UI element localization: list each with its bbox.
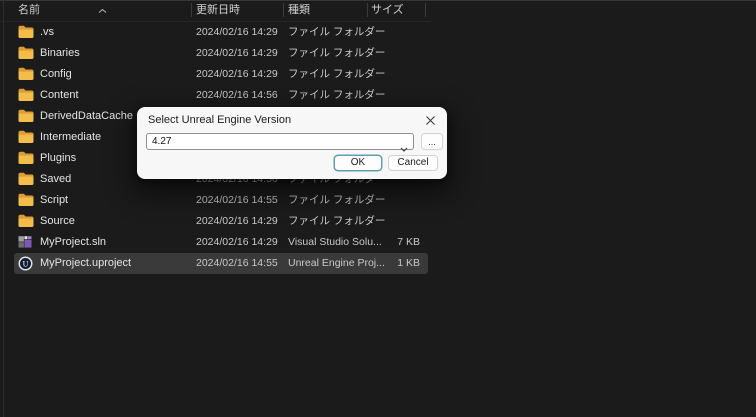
window-left-edge: [3, 0, 4, 417]
file-row-myproject-sln[interactable]: MyProject.sln 2024/02/16 14:29 Visual Stud…: [14, 232, 428, 253]
column-header-type[interactable]: 種類: [288, 0, 310, 21]
date-modified: 2024/02/16 14:29: [196, 68, 278, 80]
file-size: [340, 64, 420, 85]
file-name: Script: [40, 194, 69, 206]
file-row--vs[interactable]: .vs 2024/02/16 14:29 ファイル フォルダー: [14, 22, 428, 43]
file-name: Source: [40, 215, 75, 227]
file-name: DerivedDataCache: [40, 110, 133, 122]
file-name: Plugins: [40, 152, 77, 164]
file-name: Saved: [40, 173, 72, 185]
folder-icon: [18, 88, 34, 103]
engine-version-value: 4.27: [152, 136, 172, 147]
file-row-source[interactable]: Source 2024/02/16 14:29 ファイル フォルダー: [14, 211, 428, 232]
file-size: [340, 190, 420, 211]
folder-icon: [18, 46, 34, 61]
file-name: MyProject.sln: [40, 236, 107, 248]
column-header-name[interactable]: 名前: [18, 0, 40, 21]
column-resize-handle-2[interactable]: [367, 3, 368, 17]
file-name: MyProject.uproject: [40, 257, 132, 269]
file-size: [340, 85, 420, 106]
close-icon[interactable]: [423, 113, 438, 128]
column-resize-handle-1[interactable]: [283, 3, 284, 17]
file-row-binaries[interactable]: Binaries 2024/02/16 14:29 ファイル フォルダー: [14, 43, 428, 64]
date-modified: 2024/02/16 14:55: [196, 194, 278, 206]
file-name: Intermediate: [40, 131, 102, 143]
file-size: 1 KB: [397, 257, 420, 269]
file-row-script[interactable]: Script 2024/02/16 14:55 ファイル フォルダー: [14, 190, 428, 211]
file-name: Config: [40, 68, 72, 80]
engine-version-combobox[interactable]: 4.27: [146, 133, 414, 152]
folder-icon: [18, 25, 34, 40]
visual-studio-icon: [18, 235, 34, 250]
date-modified: 2024/02/16 14:29: [196, 26, 278, 38]
chevron-down-icon: [400, 139, 408, 152]
file-name: Content: [40, 89, 79, 101]
date-modified: 2024/02/16 14:29: [196, 215, 278, 227]
file-row-config[interactable]: Config 2024/02/16 14:29 ファイル フォルダー: [14, 64, 428, 85]
ok-button[interactable]: OK: [334, 155, 382, 171]
file-row-myproject-uproject[interactable]: U MyProject.uproject 2024/02/16 14:55 Unrea…: [14, 253, 428, 274]
file-size: [340, 211, 420, 232]
folder-icon: [18, 193, 34, 208]
cancel-button[interactable]: Cancel: [388, 155, 438, 171]
date-modified: 2024/02/16 14:29: [196, 236, 278, 248]
browse-button[interactable]: ...: [421, 133, 443, 150]
column-header-size[interactable]: サイズ: [371, 0, 404, 21]
folder-icon: [18, 151, 34, 166]
explorer-window: 名前 更新日時 種類 サイズ .vs 2024/02/16 14:29 ファイル フォルダ…: [0, 0, 756, 417]
file-size: [340, 22, 420, 43]
file-name: Binaries: [40, 47, 80, 59]
folder-icon: [18, 172, 34, 187]
folder-icon: [18, 109, 34, 124]
unreal-icon: U: [18, 256, 34, 271]
chevron-up-icon: [98, 1, 107, 13]
column-resize-handle-3[interactable]: [425, 3, 426, 17]
date-modified: 2024/02/16 14:29: [196, 47, 278, 59]
date-modified: 2024/02/16 14:55: [196, 257, 278, 269]
file-row-content[interactable]: Content 2024/02/16 14:56 ファイル フォルダー: [14, 85, 428, 106]
folder-icon: [18, 67, 34, 82]
file-size: [340, 43, 420, 64]
date-modified: 2024/02/16 14:56: [196, 89, 278, 101]
dialog-title: Select Unreal Engine Version: [148, 114, 292, 126]
svg-text:U: U: [23, 259, 29, 268]
file-size: 7 KB: [397, 236, 420, 248]
file-name: .vs: [40, 26, 55, 38]
folder-icon: [18, 130, 34, 145]
folder-icon: [18, 214, 34, 229]
file-list-header: 名前 更新日時 種類 サイズ: [0, 0, 432, 22]
column-resize-handle-0[interactable]: [191, 3, 192, 17]
select-unreal-engine-version-dialog: Select Unreal Engine Version 4.27 ... OK…: [137, 107, 447, 179]
column-header-date[interactable]: 更新日時: [196, 0, 240, 21]
